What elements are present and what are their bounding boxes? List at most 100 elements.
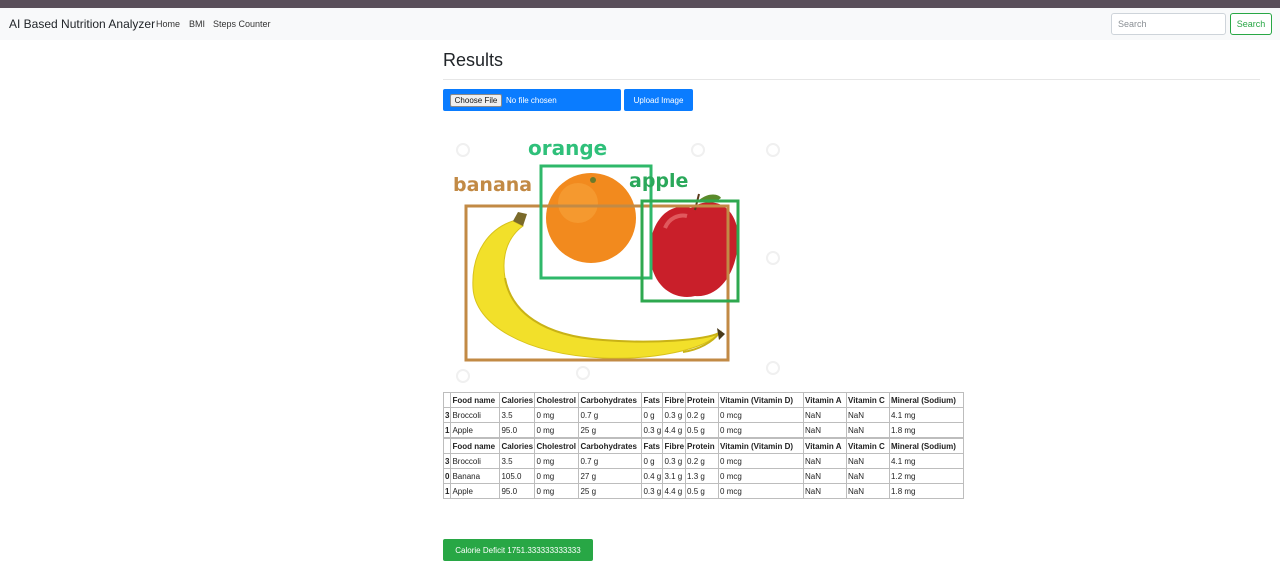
page-title: Results	[443, 50, 504, 70]
fibre-cell: 4.4 g	[662, 422, 687, 438]
row-index: 3	[442, 407, 452, 423]
choose-file-button[interactable]: Choose File	[450, 94, 502, 107]
food-name-cell: Broccoli	[450, 407, 501, 423]
protein-cell: 0.5 g	[685, 422, 720, 438]
calories-cell: 105.0	[499, 468, 536, 484]
fibre-cell: 0.3 g	[662, 407, 687, 423]
table-header-cell: Vitamin (Vitamin D)	[718, 438, 805, 454]
table-header-cell: Fats	[641, 438, 664, 454]
protein-cell: 0.2 g	[685, 453, 720, 469]
orange-label: orange	[528, 136, 607, 160]
table-header-cell: Fibre	[662, 392, 687, 408]
vitamin-c-cell: NaN	[846, 422, 891, 438]
table-header-cell: Fats	[641, 392, 664, 408]
table-header-cell: Mineral (Sodium)	[889, 438, 965, 454]
calorie-deficit-button[interactable]: Calorie Deficit 1751.333333333333	[443, 539, 593, 561]
sodium-cell: 4.1 mg	[889, 407, 965, 423]
carbohydrates-cell: 25 g	[578, 483, 643, 499]
calories-cell: 95.0	[499, 483, 536, 499]
vitamin-c-cell: NaN	[846, 483, 891, 499]
table-header-cell: Protein	[685, 438, 720, 454]
banana-label: banana	[453, 174, 532, 196]
food-name-cell: Broccoli	[450, 453, 501, 469]
row-index: 1	[442, 483, 452, 499]
carbohydrates-cell: 27 g	[578, 468, 643, 484]
window-top-strip	[0, 0, 1280, 8]
cholestrol-cell: 0 mg	[534, 483, 580, 499]
table-header-cell: Calories	[499, 392, 536, 408]
table-header-cell: Carbohydrates	[578, 392, 643, 408]
fibre-cell: 0.3 g	[662, 453, 687, 469]
navbar: AI Based Nutrition Analyzer Home BMI Ste…	[0, 8, 1280, 40]
vitamin-c-cell: NaN	[846, 453, 891, 469]
sodium-cell: 4.1 mg	[889, 453, 965, 469]
cholestrol-cell: 0 mg	[534, 468, 580, 484]
food-name-cell: Apple	[450, 483, 501, 499]
table-header-cell: Fibre	[662, 438, 687, 454]
table-header-row: Food name Calories Cholestrol Carbohydra…	[442, 438, 965, 454]
fats-cell: 0.4 g	[641, 468, 664, 484]
file-input[interactable]: Choose File No file chosen	[443, 89, 621, 111]
table-header-cell: Vitamin A	[803, 438, 848, 454]
table-row: 3 Broccoli 3.5 0 mg 0.7 g 0 g 0.3 g 0.2 …	[442, 453, 965, 469]
calories-cell: 3.5	[499, 407, 536, 423]
nutrition-table-1: Food name Calories Cholestrol Carbohydra…	[442, 392, 965, 438]
nav-link-home[interactable]: Home	[156, 19, 180, 29]
fats-cell: 0.3 g	[641, 483, 664, 499]
table-header-cell: Vitamin (Vitamin D)	[718, 392, 805, 408]
table-header-cell: Carbohydrates	[578, 438, 643, 454]
sodium-cell: 1.2 mg	[889, 468, 965, 484]
protein-cell: 0.5 g	[685, 483, 720, 499]
table-row: 3 Broccoli 3.5 0 mg 0.7 g 0 g 0.3 g 0.2 …	[442, 407, 965, 423]
apple-label: apple	[629, 170, 688, 192]
cholestrol-cell: 0 mg	[534, 422, 580, 438]
sodium-cell: 1.8 mg	[889, 483, 965, 499]
search-input[interactable]	[1111, 13, 1226, 35]
table-header-cell: Food name	[450, 392, 501, 408]
carbohydrates-cell: 25 g	[578, 422, 643, 438]
vitamin-a-cell: NaN	[803, 483, 848, 499]
row-index: 3	[442, 453, 452, 469]
vitamin-c-cell: NaN	[846, 468, 891, 484]
table-header-cell: Vitamin C	[846, 392, 891, 408]
cholestrol-cell: 0 mg	[534, 453, 580, 469]
table-header-cell: Cholestrol	[534, 392, 580, 408]
protein-cell: 1.3 g	[685, 468, 720, 484]
vitamin-c-cell: NaN	[846, 407, 891, 423]
file-status-text: No file chosen	[506, 96, 557, 105]
table-row: 1 Apple 95.0 0 mg 25 g 0.3 g 4.4 g 0.5 g…	[442, 483, 965, 499]
fibre-cell: 4.4 g	[662, 483, 687, 499]
table-header-cell	[442, 392, 452, 408]
nav-link-steps-counter[interactable]: Steps Counter	[213, 19, 271, 29]
fibre-cell: 3.1 g	[662, 468, 687, 484]
divider	[443, 79, 1260, 80]
table-header-cell	[442, 438, 452, 454]
vitamin-a-cell: NaN	[803, 453, 848, 469]
navbar-brand[interactable]: AI Based Nutrition Analyzer	[9, 17, 155, 31]
vitamin-a-cell: NaN	[803, 468, 848, 484]
row-index: 1	[442, 422, 452, 438]
search-button[interactable]: Search	[1230, 13, 1272, 35]
calories-cell: 95.0	[499, 422, 536, 438]
carbohydrates-cell: 0.7 g	[578, 407, 643, 423]
vitamin-d-cell: 0 mcg	[718, 407, 805, 423]
protein-cell: 0.2 g	[685, 407, 720, 423]
fats-cell: 0 g	[641, 453, 664, 469]
table-header-cell: Vitamin A	[803, 392, 848, 408]
food-name-cell: Apple	[450, 422, 501, 438]
nutrition-table-2: Food name Calories Cholestrol Carbohydra…	[442, 438, 965, 499]
table-header-cell: Calories	[499, 438, 536, 454]
carbohydrates-cell: 0.7 g	[578, 453, 643, 469]
upload-image-button[interactable]: Upload Image	[624, 89, 693, 111]
vitamin-d-cell: 0 mcg	[718, 468, 805, 484]
vitamin-d-cell: 0 mcg	[718, 483, 805, 499]
vitamin-d-cell: 0 mcg	[718, 453, 805, 469]
fats-cell: 0.3 g	[641, 422, 664, 438]
table-header-cell: Cholestrol	[534, 438, 580, 454]
table-header-cell: Vitamin C	[846, 438, 891, 454]
cholestrol-cell: 0 mg	[534, 407, 580, 423]
vitamin-a-cell: NaN	[803, 407, 848, 423]
fats-cell: 0 g	[641, 407, 664, 423]
table-header-cell: Food name	[450, 438, 501, 454]
nav-link-bmi[interactable]: BMI	[189, 19, 205, 29]
